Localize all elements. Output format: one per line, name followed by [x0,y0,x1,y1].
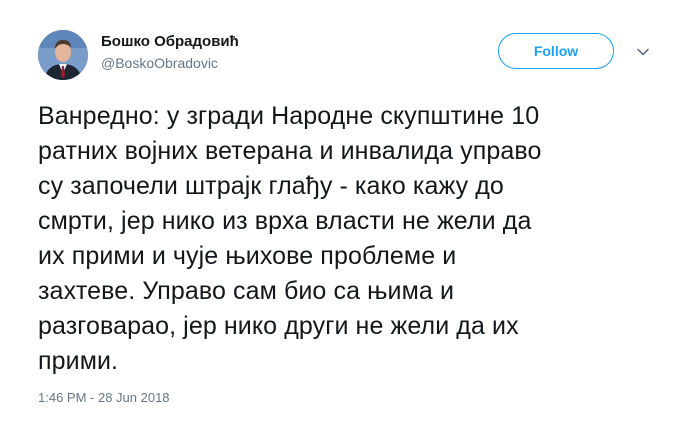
tweet-text-line: прими. [38,347,119,375]
tweet-text-line: су започели штрајк глађу - како кажу до [38,172,504,200]
tweet-timestamp[interactable]: 1:46 PM - 28 Jun 2018 [38,390,170,405]
tweet-text-line: смрти, јер нико из врха власти не жели д… [38,207,532,235]
author-handle[interactable]: @BoskoObradovic [101,55,218,71]
tweet-card: Бошко Обрадовић @BoskoObradovic Follow В… [0,0,679,423]
avatar-image [38,30,88,80]
tweet-text-line: захтеве. Управо сам био са њима и [38,277,455,305]
chevron-down-icon[interactable] [636,45,650,59]
tweet-text-line: их прими и чује њихове проблеме и [38,242,457,270]
tweet-text-line: разговарао, јер нико други не жели да их [38,312,519,340]
avatar[interactable] [38,30,88,80]
follow-button[interactable]: Follow [498,33,614,69]
author-display-name[interactable]: Бошко Обрадовић [101,33,239,50]
tweet-text: Ванредно: у згради Народне скупштине 10 … [38,99,658,379]
tweet-text-line: ратних војних ветерана и инвалида управо [38,137,542,165]
tweet-text-line: Ванредно: у згради Народне скупштине 10 [38,102,540,130]
